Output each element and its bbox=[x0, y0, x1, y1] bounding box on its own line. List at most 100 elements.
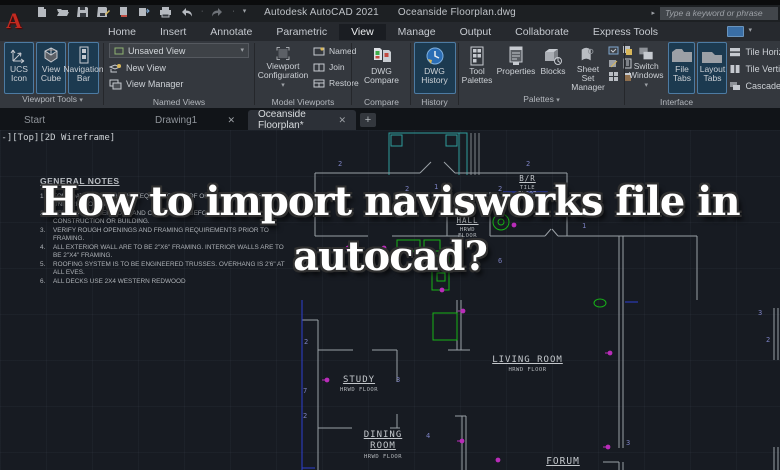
tool-palettes-label: Tool Palettes bbox=[461, 66, 493, 85]
layout-tabs-button[interactable]: Layout Tabs bbox=[697, 42, 728, 94]
file-tabs-label: File Tabs bbox=[673, 64, 691, 83]
file-tab-oceanside-floorplan[interactable]: Oceanside Floorplan* ✕ bbox=[248, 109, 356, 131]
view-manager-label: View Manager bbox=[126, 79, 184, 89]
new-tab-button[interactable]: + bbox=[360, 113, 376, 127]
panel-named-views: Unsaved View ▾ New View View Manager Nam… bbox=[106, 41, 252, 108]
tab-home[interactable]: Home bbox=[96, 24, 148, 40]
room-label-living-room: LIVING ROOM HRWD FLOOR bbox=[492, 355, 563, 373]
tab-manage[interactable]: Manage bbox=[386, 24, 448, 40]
view-manager-button[interactable]: View Manager bbox=[109, 77, 249, 91]
sheet-set-manager-button[interactable]: Sheet Set Manager bbox=[569, 42, 607, 94]
panel-label-named-views[interactable]: Named Views bbox=[106, 97, 252, 107]
switch-windows-icon bbox=[639, 47, 653, 60]
app-title: Autodesk AutoCAD 2021 bbox=[264, 7, 379, 18]
tab-collaborate[interactable]: Collaborate bbox=[503, 24, 581, 40]
file-tab-bar: Start Drawing1 ✕ Oceanside Floorplan* ✕ … bbox=[0, 108, 780, 131]
tile-horizontally-icon bbox=[730, 48, 741, 57]
wall-number: 2 bbox=[766, 336, 771, 344]
blocks-label: Blocks bbox=[540, 66, 566, 76]
sheet-set-manager-label: Sheet Set Manager bbox=[571, 64, 605, 92]
navigation-bar-icon bbox=[79, 46, 88, 64]
title-bar: A · · ▾ Autodesk AutoCAD 2021 Oceanside … bbox=[0, 0, 780, 33]
viewport-configuration-button[interactable]: Viewport Configuration ▾ bbox=[256, 42, 310, 94]
view-dropdown[interactable]: Unsaved View ▾ bbox=[109, 43, 249, 58]
new-view-icon bbox=[109, 63, 122, 72]
new-view-label: New View bbox=[126, 63, 166, 73]
wall-number: 3 bbox=[626, 439, 631, 447]
panel-label-compare[interactable]: Compare bbox=[353, 97, 410, 107]
blocks-button[interactable]: Blocks bbox=[538, 42, 568, 94]
file-tab-start[interactable]: Start bbox=[14, 110, 106, 130]
file-tab-drawing1[interactable]: Drawing1 ✕ bbox=[145, 110, 245, 130]
drawing-canvas[interactable]: [-][Top][2D Wireframe] GENERAL NOTES 1. F… bbox=[0, 130, 780, 470]
tab-annotate[interactable]: Annotate bbox=[198, 24, 264, 40]
panel-label-history[interactable]: History bbox=[412, 97, 457, 107]
properties-label: Properties bbox=[496, 66, 536, 76]
search-caret-icon[interactable]: ▸ bbox=[651, 8, 655, 20]
chimney-lines bbox=[470, 133, 480, 175]
search-input[interactable]: Type a keyword or phrase bbox=[660, 7, 778, 20]
new-view-button[interactable]: New View bbox=[109, 61, 249, 75]
panel-caret-icon: ▾ bbox=[556, 97, 560, 104]
panel-palettes: Tool Palettes Properties Blocks Sheet Se… bbox=[460, 41, 632, 108]
view-manager-icon bbox=[109, 79, 122, 89]
file-tabs-icon bbox=[671, 49, 692, 62]
viewport-configuration-icon bbox=[276, 47, 290, 60]
layout-tabs-label: Layout Tabs bbox=[699, 64, 726, 83]
panel-interface: Switch Windows ▾ File Tabs Layout Tabs T… bbox=[626, 41, 780, 108]
dwg-history-icon bbox=[426, 47, 443, 65]
tile-vertically-button[interactable]: Tile Vertically bbox=[729, 62, 780, 76]
view-cube-icon bbox=[44, 47, 58, 63]
tile-horizontally-button[interactable]: Tile Horizontally bbox=[729, 45, 780, 59]
panel-caret-icon: ▾ bbox=[79, 97, 83, 104]
palette-small-icon[interactable] bbox=[608, 45, 619, 56]
tab-insert[interactable]: Insert bbox=[148, 24, 198, 40]
restore-viewport-icon bbox=[313, 79, 325, 87]
named-viewport-icon bbox=[313, 46, 325, 55]
view-cube-label: View Cube bbox=[40, 64, 62, 83]
viewport-configuration-label: Viewport Configuration ▾ bbox=[257, 61, 309, 90]
switch-windows-button[interactable]: Switch Windows ▾ bbox=[626, 42, 666, 94]
dwg-compare-button[interactable]: DWG Compare bbox=[359, 42, 405, 94]
tab-express-tools[interactable]: Express Tools bbox=[581, 24, 670, 40]
switch-windows-label: Switch Windows ▾ bbox=[629, 61, 664, 90]
ribbon-options-caret-icon: ▾ bbox=[748, 27, 752, 34]
navigation-bar-label: Navigation Bar bbox=[63, 64, 104, 83]
navigation-bar-button[interactable]: Navigation Bar bbox=[63, 42, 104, 94]
panel-label-model-viewports[interactable]: Model Viewports bbox=[256, 97, 350, 107]
panel-label-viewport-tools[interactable]: Viewport Tools ▾ bbox=[4, 94, 101, 107]
properties-button[interactable]: Properties bbox=[495, 42, 537, 94]
panel-label-palettes[interactable]: Palettes ▾ bbox=[460, 94, 623, 107]
deck-outline bbox=[388, 132, 468, 175]
palette-small-icon[interactable] bbox=[608, 71, 619, 82]
wall-number: 2 bbox=[303, 412, 308, 420]
autocad-window: A · · ▾ Autodesk AutoCAD 2021 Oceanside … bbox=[0, 0, 780, 470]
panel-history: DWG History History bbox=[412, 41, 457, 108]
tab-parametric[interactable]: Parametric bbox=[264, 24, 339, 40]
autocad-logo-icon[interactable]: A bbox=[6, 8, 30, 38]
tool-palettes-button[interactable]: Tool Palettes bbox=[460, 42, 494, 94]
file-tabs-button[interactable]: File Tabs bbox=[668, 42, 696, 94]
help-search: ▸ Type a keyword or phrase bbox=[651, 7, 778, 20]
headline-overlay: How to import navisworks file in autocad… bbox=[0, 174, 780, 284]
tab-view[interactable]: View bbox=[339, 23, 386, 40]
close-tab-icon[interactable]: ✕ bbox=[227, 115, 235, 126]
tab-output[interactable]: Output bbox=[448, 24, 504, 40]
close-tab-icon[interactable]: ✕ bbox=[338, 115, 346, 126]
dwg-compare-icon bbox=[373, 48, 391, 62]
wall-number: 7 bbox=[303, 387, 308, 395]
properties-icon bbox=[509, 46, 523, 65]
view-cube-button[interactable]: View Cube bbox=[36, 42, 66, 94]
headline-line1: How to import navisworks file in bbox=[40, 178, 740, 225]
room-label-dining-room: DINING ROOM HRWD FLOOR bbox=[363, 430, 403, 460]
panel-label-interface[interactable]: Interface bbox=[626, 97, 780, 107]
room-label-forum: FORUM bbox=[546, 456, 580, 467]
ribbon-display-options[interactable]: ▾ bbox=[727, 25, 752, 37]
palette-small-icon[interactable] bbox=[608, 58, 619, 69]
view-dropdown-caret-icon: ▾ bbox=[240, 46, 244, 54]
cascade-button[interactable]: Cascade bbox=[729, 79, 780, 93]
blocks-icon bbox=[545, 49, 562, 65]
dwg-history-button[interactable]: DWG History bbox=[413, 42, 456, 94]
join-viewport-icon bbox=[313, 63, 325, 71]
ucs-icon-button[interactable]: UCS Icon bbox=[4, 42, 34, 94]
